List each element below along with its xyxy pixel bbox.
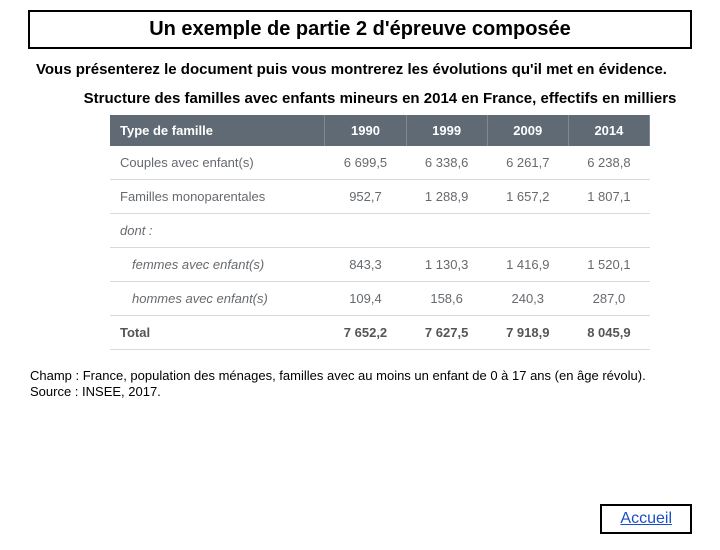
table-row: Total7 652,27 627,57 918,98 045,9 [110,315,650,349]
cell-value: 158,6 [406,281,487,315]
home-link-box[interactable]: Accueil [600,504,692,534]
data-table-container: Type de famille 1990 1999 2009 2014 Coup… [110,115,650,350]
cell-value: 1 807,1 [568,179,649,213]
cell-value: 6 338,6 [406,146,487,180]
col-1990: 1990 [325,115,406,146]
row-label: Familles monoparentales [110,179,325,213]
slide-title-box: Un exemple de partie 2 d'épreuve composé… [28,10,692,49]
cell-value: 109,4 [325,281,406,315]
col-1999: 1999 [406,115,487,146]
row-label: hommes avec enfant(s) [110,281,325,315]
table-row: dont : [110,213,650,247]
slide-title: Un exemple de partie 2 d'épreuve composé… [149,18,571,40]
table-row: Familles monoparentales952,71 288,91 657… [110,179,650,213]
cell-value: 1 130,3 [406,247,487,281]
cell-value: 240,3 [487,281,568,315]
home-link[interactable]: Accueil [620,510,672,527]
cell-value: 843,3 [325,247,406,281]
footnote: Champ : France, population des ménages, … [30,368,690,402]
table-row: hommes avec enfant(s)109,4158,6240,3287,… [110,281,650,315]
family-structure-table: Type de famille 1990 1999 2009 2014 Coup… [110,115,650,350]
cell-value: 7 652,2 [325,315,406,349]
cell-value: 1 520,1 [568,247,649,281]
col-type: Type de famille [110,115,325,146]
cell-value: 7 918,9 [487,315,568,349]
table-row: femmes avec enfant(s)843,31 130,31 416,9… [110,247,650,281]
cell-value: 952,7 [325,179,406,213]
cell-value: 7 627,5 [406,315,487,349]
table-row: Couples avec enfant(s)6 699,56 338,66 26… [110,146,650,180]
row-label: dont : [110,213,325,247]
cell-value: 287,0 [568,281,649,315]
cell-value: 8 045,9 [568,315,649,349]
row-label: femmes avec enfant(s) [110,247,325,281]
cell-value: 6 238,8 [568,146,649,180]
cell-value: 1 288,9 [406,179,487,213]
col-2014: 2014 [568,115,649,146]
footnote-champ: Champ : France, population des ménages, … [30,368,646,383]
cell-value [568,213,649,247]
row-label: Couples avec enfant(s) [110,146,325,180]
col-2009: 2009 [487,115,568,146]
cell-value [406,213,487,247]
footnote-source: Source : INSEE, 2017. [30,384,161,399]
cell-value: 6 261,7 [487,146,568,180]
cell-value [325,213,406,247]
cell-value: 1 416,9 [487,247,568,281]
table-header-row: Type de famille 1990 1999 2009 2014 [110,115,650,146]
cell-value: 1 657,2 [487,179,568,213]
cell-value: 6 699,5 [325,146,406,180]
row-label: Total [110,315,325,349]
cell-value [487,213,568,247]
instruction-text: Vous présenterez le document puis vous m… [36,61,690,80]
table-caption: Structure des familles avec enfants mine… [70,90,690,109]
